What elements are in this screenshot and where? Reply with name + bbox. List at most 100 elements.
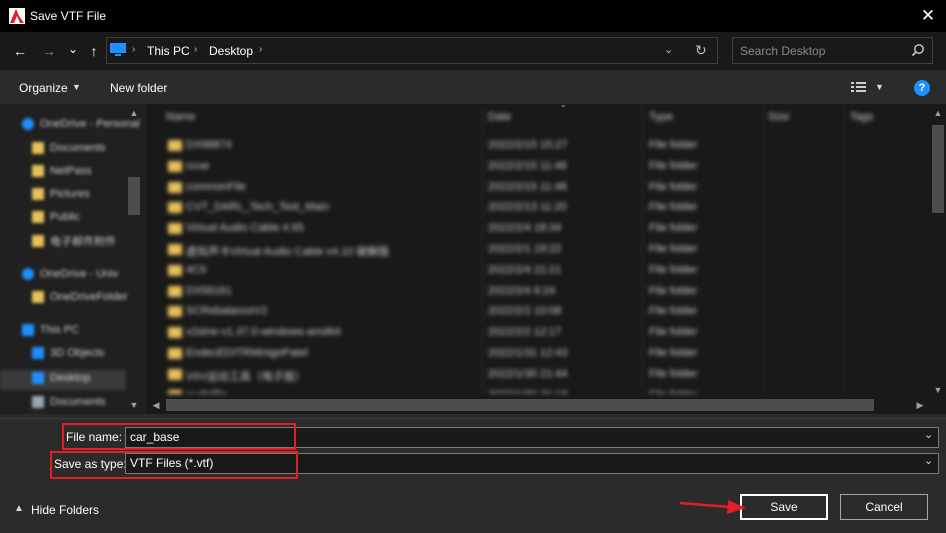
breadcrumb-separator-icon: › <box>194 44 198 55</box>
file-list-vertical-scrollbar-thumb[interactable] <box>932 125 944 213</box>
scroll-down-arrow-icon[interactable]: ▼ <box>932 385 944 395</box>
column-header-date[interactable]: Date <box>488 111 511 123</box>
file-date-cell: 2022/2/4 18:34 <box>488 222 562 235</box>
file-row[interactable]: DX58161 2022/2/4 6:24 File folder <box>146 283 926 301</box>
folder-icon <box>168 202 182 214</box>
scroll-down-arrow-icon[interactable]: ▼ <box>128 400 140 410</box>
refresh-button[interactable]: ↻ <box>695 42 707 59</box>
search-placeholder: Search Desktop <box>740 44 826 58</box>
up-button[interactable]: ↑ <box>85 41 103 61</box>
file-row[interactable]: SCRebalanceV2 2022/2/2 10:08 File folder <box>146 303 926 321</box>
file-row[interactable]: VIIV运动工具（电子版） 2022/1/30 21:44 File folder <box>146 366 926 384</box>
file-row[interactable]: Virtual Audio Cable 4.65 2022/2/4 18:34 Fi… <box>146 220 926 238</box>
window-title: Save VTF File <box>30 9 107 23</box>
folder-icon <box>168 160 182 172</box>
navpane-item[interactable]: OneDrive - Personal <box>22 116 140 132</box>
navpane-item[interactable]: 3D Objects <box>32 345 104 361</box>
navpane-item[interactable]: NetPass <box>32 163 92 179</box>
navpane-item-label: OneDrive - Univ <box>40 267 119 280</box>
chevron-up-icon[interactable]: ▲ <box>14 503 24 514</box>
navpane-item[interactable]: 电子邮件附件 <box>32 233 116 249</box>
breadcrumb-desktop[interactable]: Desktop <box>209 44 253 58</box>
close-icon[interactable]: ✕ <box>918 6 938 26</box>
annotation-box-file-name <box>62 423 296 450</box>
folder-icon <box>32 210 44 223</box>
navpane-item[interactable]: OneDriveFolder <box>32 289 128 305</box>
folder-icon <box>32 187 44 200</box>
chevron-down-icon[interactable]: ▼ <box>875 82 884 92</box>
file-type-cell: File folder <box>649 180 698 193</box>
address-dropdown-icon[interactable]: ⌄ <box>664 43 673 56</box>
file-type-cell: File folder <box>649 222 698 235</box>
file-name-cell: DX98874 <box>186 139 232 151</box>
file-type-cell: File folder <box>649 284 698 297</box>
file-row[interactable]: DX98874 2022/2/15 15:27 File folder <box>146 137 926 155</box>
folder-icon <box>168 264 182 276</box>
new-folder-button[interactable]: New folder <box>110 81 167 95</box>
navpane-item-label: OneDriveFolder <box>50 290 128 303</box>
navpane-item[interactable]: Public <box>32 209 80 225</box>
scroll-up-arrow-icon[interactable]: ▲ <box>932 108 944 118</box>
file-list-content: Name Date Type Size Tags DX98874 2022/2/1… <box>146 104 928 394</box>
address-bar[interactable] <box>106 37 718 64</box>
navpane-item-label: This PC <box>40 323 80 336</box>
file-row[interactable]: v2sine-v1.37.0-windows-amd64 2022/2/2 12:… <box>146 324 926 342</box>
file-row[interactable]: EndecEDITRMinigoPatel 2022/1/31 12:43 File… <box>146 345 926 363</box>
column-header-type[interactable]: Type <box>649 111 673 123</box>
forward-button[interactable]: → <box>39 41 59 61</box>
back-button[interactable]: ← <box>10 41 30 61</box>
breadcrumb-separator-icon: › <box>259 44 263 55</box>
navpane-item[interactable]: This PC <box>22 322 79 338</box>
annotation-arrow <box>678 496 748 516</box>
navpane-item[interactable]: Documents <box>32 140 106 156</box>
file-date-cell: 2022/2/15 15:27 <box>488 139 568 151</box>
file-name-cell: VIIV运动工具（电子版） <box>186 370 306 383</box>
navpane-item[interactable]: OneDrive - Univ <box>22 266 118 282</box>
file-date-cell: 2022/1/31 12:43 <box>488 347 568 359</box>
navpane-item[interactable]: Documents <box>32 394 106 410</box>
navpane-item-label: Documents <box>50 395 106 408</box>
column-header-tags[interactable]: Tags <box>850 111 873 123</box>
search-icon[interactable] <box>911 43 925 57</box>
document-icon <box>32 395 44 408</box>
scroll-left-arrow-icon[interactable]: ◀ <box>150 400 162 411</box>
navpane-item-label: Public <box>50 210 80 223</box>
breadcrumb-this-pc[interactable]: This PC <box>147 44 190 58</box>
navigation-pane-list: OneDrive - Personal Documents NetPass Pictu… <box>0 104 140 414</box>
scroll-right-arrow-icon[interactable]: ▶ <box>914 400 926 411</box>
file-type-cell: File folder <box>649 367 698 380</box>
hide-folders-button[interactable]: Hide Folders <box>31 503 99 517</box>
navpane-item-label: 3D Objects <box>50 346 105 359</box>
folder-icon <box>168 181 182 193</box>
file-row[interactable]: commonFile 2022/2/15 11:48 File folder <box>146 179 926 197</box>
file-row[interactable]: ccue 2022/2/15 11:48 File folder <box>146 158 926 176</box>
view-options-icon[interactable] <box>851 81 867 94</box>
file-row[interactable]: 4C9 2022/2/4 21:21 File folder <box>146 262 926 280</box>
save-button[interactable]: Save <box>740 494 828 520</box>
file-name-dropdown-icon[interactable]: ⌄ <box>924 428 933 441</box>
navpane-item[interactable]: Pictures <box>32 186 90 202</box>
column-header-name[interactable]: Name <box>166 111 195 123</box>
save-type-dropdown-icon[interactable]: ⌄ <box>924 454 933 467</box>
organize-button[interactable]: Organize <box>19 81 68 95</box>
column-header-size[interactable]: Size <box>768 111 789 123</box>
scroll-up-arrow-icon[interactable]: ▲ <box>128 108 140 118</box>
folder-icon <box>168 327 182 339</box>
navpane-item-label: Pictures <box>50 187 90 200</box>
recent-locations-button[interactable]: ⌄ <box>65 39 81 59</box>
folder-icon <box>168 348 182 359</box>
file-row[interactable]: CVT_DARL_Tech_Test_Main 2022/2/13 11:20 Fi… <box>146 199 926 217</box>
divider <box>0 418 946 419</box>
navpane-item-label: Documents <box>50 141 106 154</box>
cancel-button[interactable]: Cancel <box>840 494 928 520</box>
folder-icon <box>168 389 182 394</box>
file-date-cell: 2022/2/15 11:48 <box>488 159 567 172</box>
file-name-cell: EndecEDITRMinigoPatel <box>186 347 308 359</box>
navpane-scrollbar-thumb[interactable] <box>128 177 140 215</box>
help-icon[interactable]: ? <box>914 80 930 96</box>
navpane-item[interactable]: Desktop <box>32 370 90 386</box>
file-name-cell: SCRebalanceV2 <box>186 305 268 318</box>
file-row[interactable]: audiofile 2022/1/30 21:18 File folder <box>146 387 926 394</box>
file-row[interactable]: 虚拟声卡Virtual Audio Cable v4.10 破解版 2022/2/… <box>146 241 926 259</box>
file-list-horizontal-scrollbar-thumb[interactable] <box>166 399 874 411</box>
